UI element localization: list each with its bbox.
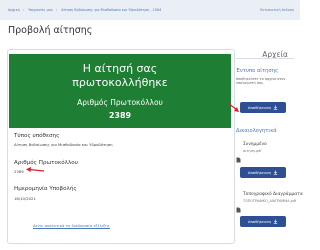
case-type-label: Τύπος υπόθεσης [14,133,60,139]
download-attachment-label: Αποθήκευση [247,170,272,175]
breadcrumb-services[interactable]: Υπηρεσίες μου [28,8,53,12]
download-form-label: Αποθήκευση [247,105,272,110]
download-topographic-button[interactable]: Αποθήκευση [240,216,286,227]
breadcrumb-separator: › [55,8,58,12]
process-details-link[interactable]: Δείτε αναλυτικά τη διαδικασία εξέλιξης [33,223,110,228]
application-form-text: Αποθηκεύστε το αρχείο στον υπολογιστή σα… [236,77,286,86]
topographic-label: Τοπογραφικό Διαγράμματα [243,192,303,197]
breadcrumb-home[interactable]: Αρχική [8,8,20,12]
documents-heading: Δικαιολογητικά [236,128,277,134]
success-line-1: Η αίτησή σας [82,62,158,75]
divider [236,58,294,59]
case-type-value: Αίτηση Βεβαίωσης για Μισθοδοσία και Υδρο… [14,142,113,147]
application-form-heading: Έντυπο αίτησης [236,68,279,74]
red-arrow-icon [226,102,240,114]
breadcrumb-bar: Αρχική › Υπηρεσίες μου › Αίτηση Βεβαίωσης … [0,0,300,20]
breadcrumb-current: Αίτηση Βεβαίωσης για Μισθοδοσία και Υδρο… [61,8,162,12]
success-protocol-number: 2389 [108,111,132,120]
topographic-file-link[interactable]: ΤΟΠΟΓΡΑΦΙΚΟ_ΔΙΑΓΡΑΜΜΑ.pdf [243,199,296,203]
print-version-link[interactable]: Εκτυπωτική έκδοση [260,8,294,12]
success-line-2: πρωτοκολλήθηκε [72,76,168,89]
red-arrow-icon [25,166,45,174]
download-icon [273,170,278,175]
submission-date-value: 18/10/2021 [14,196,36,201]
submission-date-label: Ημερομηνία Υποβολής [14,186,77,192]
download-topographic-label: Αποθήκευση [247,219,272,224]
protocol-value: 2389 [14,169,24,174]
success-protocol-label: Αριθμός Πρωτοκόλλου [77,98,163,107]
download-form-button[interactable]: Αποθήκευση [240,102,286,113]
protocol-label: Αριθμός Πρωτοκόλλου [14,160,78,166]
breadcrumb: Αρχική › Υπηρεσίες μου › Αίτηση Βεβαίωσης … [8,8,164,12]
attachment-label: Συνημμένο [243,142,267,147]
success-banner: Η αίτησή σας πρωτοκολλήθηκε Αριθμός Πρωτ… [9,54,231,128]
breadcrumb-separator: › [22,8,25,12]
attachment-file-link[interactable]: αιτηση.pdf [243,149,261,153]
file-icon [236,148,241,167]
download-icon [273,219,278,224]
file-icon [236,198,241,217]
download-icon [273,105,278,110]
download-attachment-button[interactable]: Αποθήκευση [240,167,286,178]
page-title: Προβολή αίτησης [8,25,93,36]
